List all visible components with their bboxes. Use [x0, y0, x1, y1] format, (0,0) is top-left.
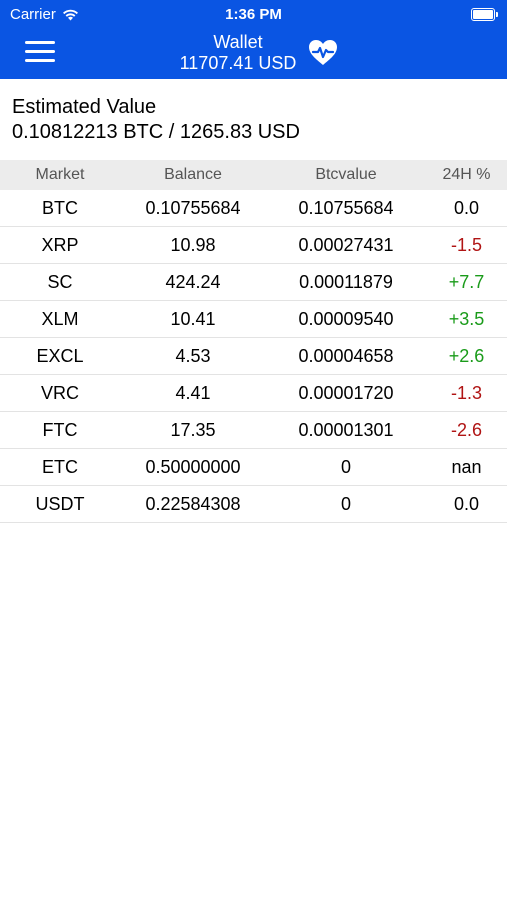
table-row[interactable]: ETC 0.50000000 0 nan: [0, 448, 507, 486]
balance-cell: 17.35: [120, 411, 266, 449]
change-cell: +3.5: [426, 300, 507, 338]
nav-title-block: Wallet 11707.41 USD: [0, 32, 476, 74]
table-row[interactable]: SC 424.24 0.00011879 +7.7: [0, 263, 507, 301]
market-cell: VRC: [0, 374, 120, 412]
balance-cell: 4.41: [120, 374, 266, 412]
change-cell: +7.7: [426, 263, 507, 301]
table-row[interactable]: XRP 10.98 0.00027431 -1.5: [0, 226, 507, 264]
btcvalue-cell: 0.00001720: [266, 374, 426, 412]
table-row[interactable]: USDT 0.22584308 0 0.0: [0, 485, 507, 523]
market-cell: USDT: [0, 485, 120, 523]
wallet-total: 11707.41 USD: [179, 53, 297, 73]
change-cell: +2.6: [426, 337, 507, 375]
change-cell: -1.3: [426, 374, 507, 412]
table-row[interactable]: EXCL 4.53 0.00004658 +2.6: [0, 337, 507, 375]
btcvalue-cell: 0: [266, 448, 426, 486]
header-btcvalue: Btcvalue: [266, 160, 426, 190]
page-title: Wallet: [213, 32, 263, 52]
header-market: Market: [0, 160, 120, 190]
balance-cell: 0.50000000: [120, 448, 266, 486]
battery-icon: [471, 8, 498, 21]
balance-cell: 0.22584308: [120, 485, 266, 523]
balance-cell: 424.24: [120, 263, 266, 301]
change-cell: -2.6: [426, 411, 507, 449]
change-cell: -1.5: [426, 226, 507, 264]
market-cell: BTC: [0, 190, 120, 227]
btcvalue-cell: 0.00004658: [266, 337, 426, 375]
balance-cell: 10.41: [120, 300, 266, 338]
header-24h-change: 24H %: [426, 160, 507, 190]
btcvalue-cell: 0.00011879: [266, 263, 426, 301]
btcvalue-cell: 0.00009540: [266, 300, 426, 338]
market-cell: XLM: [0, 300, 120, 338]
change-cell: nan: [426, 448, 507, 486]
change-cell: 0.0: [426, 485, 507, 523]
table-row[interactable]: BTC 0.10755684 0.10755684 0.0: [0, 190, 507, 227]
balance-cell: 10.98: [120, 226, 266, 264]
estimated-value-label: Estimated Value: [12, 96, 157, 118]
market-cell: XRP: [0, 226, 120, 264]
estimated-value-amount: 0.10812213 BTC / 1265.83 USD: [12, 121, 300, 143]
market-cell: ETC: [0, 448, 120, 486]
navigation-bar: Carrier 1:36 PM Wallet 11707.41 USD: [0, 0, 507, 79]
change-cell: 0.0: [426, 190, 507, 227]
balance-cell: 4.53: [120, 337, 266, 375]
balances-table: Market Balance Btcvalue 24H % BTC 0.10755…: [0, 160, 507, 523]
balance-cell: 0.10755684: [120, 190, 266, 227]
btcvalue-cell: 0: [266, 485, 426, 523]
table-row[interactable]: VRC 4.41 0.00001720 -1.3: [0, 374, 507, 412]
market-cell: SC: [0, 263, 120, 301]
header-balance: Balance: [120, 160, 266, 190]
heart-pulse-icon[interactable]: [307, 38, 339, 66]
table-header-row: Market Balance Btcvalue 24H %: [0, 160, 507, 190]
table-row[interactable]: XLM 10.41 0.00009540 +3.5: [0, 300, 507, 338]
btcvalue-cell: 0.10755684: [266, 190, 426, 227]
table-row[interactable]: FTC 17.35 0.00001301 -2.6: [0, 411, 507, 449]
btcvalue-cell: 0.00027431: [266, 226, 426, 264]
btcvalue-cell: 0.00001301: [266, 411, 426, 449]
market-cell: EXCL: [0, 337, 120, 375]
status-time: 1:36 PM: [225, 6, 282, 23]
market-cell: FTC: [0, 411, 120, 449]
estimated-value-summary: Estimated Value 0.10812213 BTC / 1265.83…: [12, 95, 300, 145]
